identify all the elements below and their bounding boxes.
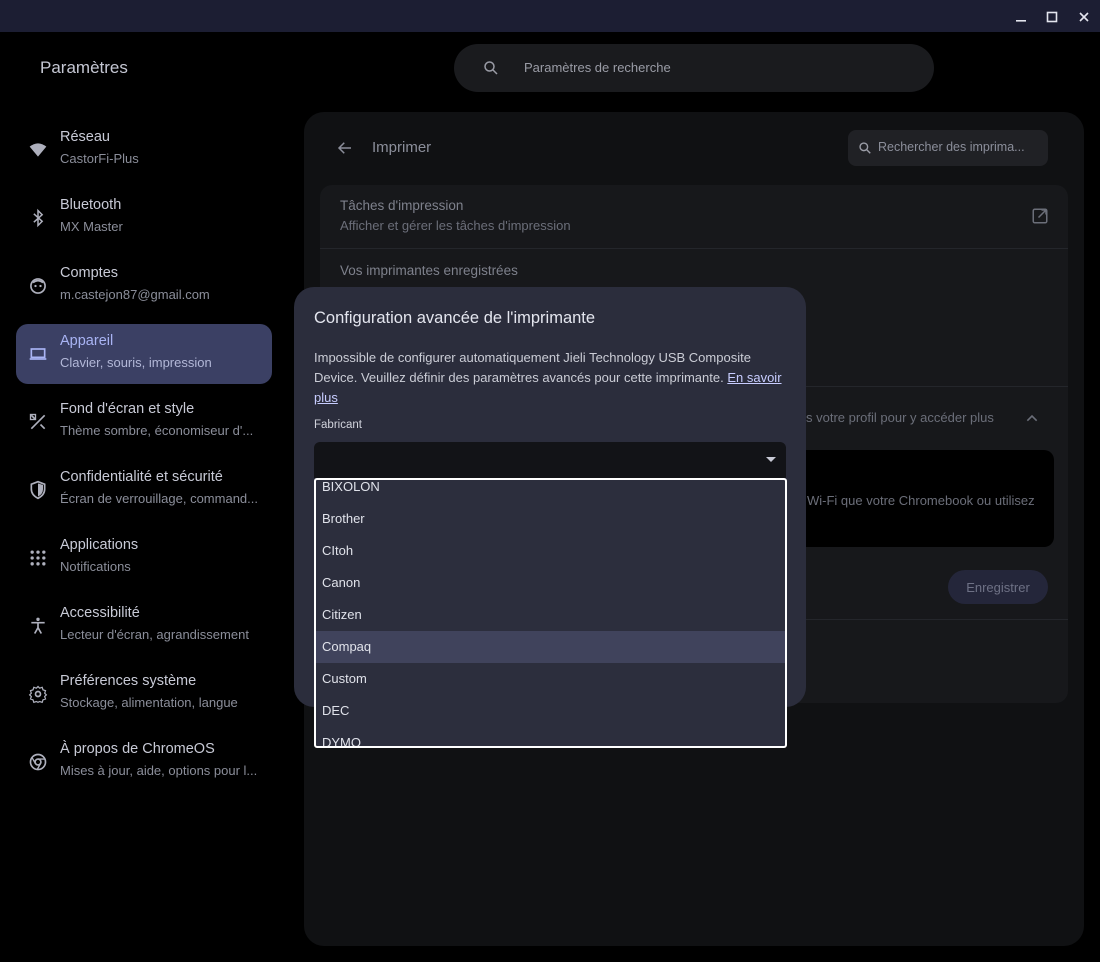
sidebar-item-accessibilite[interactable]: Accessibilité Lecteur d'écran, agrandiss… (16, 596, 272, 656)
sidebar-item-title: Bluetooth (60, 197, 122, 213)
profile-info-text: s votre profil pour y accéder plus (806, 410, 994, 425)
search-input[interactable]: Paramètres de recherche (524, 60, 671, 75)
gear-icon (28, 685, 48, 704)
close-icon[interactable] (1073, 6, 1095, 28)
dialog-title: Configuration avancée de l'imprimante (314, 309, 596, 327)
chevron-up-icon[interactable] (1024, 410, 1040, 426)
sidebar-item-preferences[interactable]: Préférences système Stockage, alimentati… (16, 664, 272, 724)
dropdown-option[interactable]: DYMO (316, 727, 785, 746)
sidebar-item-title: À propos de ChromeOS (60, 741, 215, 757)
maximize-icon[interactable] (1041, 6, 1063, 28)
dropdown-option[interactable]: CItoh (316, 535, 785, 567)
dropdown-option[interactable]: Citizen (316, 599, 785, 631)
dropdown-option-selected[interactable]: Compaq (316, 631, 785, 663)
dropdown-option[interactable]: Custom (316, 663, 785, 695)
sidebar-item-applications[interactable]: Applications Notifications (16, 528, 272, 588)
sidebar-item-bluetooth[interactable]: Bluetooth MX Master (16, 188, 272, 248)
dropdown-option[interactable]: Brother (316, 503, 785, 535)
divider (320, 248, 1068, 249)
saved-printers-title: Vos imprimantes enregistrées (340, 263, 518, 278)
sidebar-item-title: Préférences système (60, 673, 197, 689)
wifi-info-text: Wi-Fi que votre Chromebook ou utilisez (807, 493, 1035, 508)
page-title: Imprimer (372, 139, 432, 156)
sidebar-item-title: Fond d'écran et style (60, 401, 195, 417)
palette-icon (29, 413, 46, 430)
dropdown-option[interactable]: BIXOLON (316, 480, 785, 503)
sidebar-item-subtitle: Stockage, alimentation, langue (60, 695, 238, 710)
print-jobs-title[interactable]: Tâches d'impression (340, 198, 463, 213)
sidebar-item-subtitle: Clavier, souris, impression (60, 355, 212, 370)
sidebar-item-title: Appareil (60, 333, 114, 349)
sidebar-item-subtitle: Lecteur d'écran, agrandissement (60, 627, 249, 642)
apps-grid-icon (30, 550, 46, 566)
printer-search-box[interactable]: Rechercher des imprima... (848, 130, 1048, 166)
print-jobs-subtitle: Afficher et gérer les tâches d'impressio… (340, 218, 571, 233)
sidebar-item-appareil[interactable]: Appareil Clavier, souris, impression (16, 324, 272, 384)
sidebar-item-subtitle: Écran de verrouillage, command... (60, 491, 258, 506)
sidebar-item-fond-ecran[interactable]: Fond d'écran et style Thème sombre, écon… (16, 392, 272, 452)
sidebar-item-a-propos[interactable]: À propos de ChromeOS Mises à jour, aide,… (16, 732, 272, 792)
sidebar-item-reseau[interactable]: Réseau CastorFi-Plus (16, 120, 272, 180)
sidebar-item-subtitle: Thème sombre, économiseur d'... (60, 423, 254, 438)
sidebar-item-title: Confidentialité et sécurité (60, 469, 223, 485)
sidebar-item-title: Comptes (60, 265, 119, 281)
search-icon (484, 61, 498, 75)
sidebar-item-confidentialite[interactable]: Confidentialité et sécurité Écran de ver… (16, 460, 272, 520)
minimize-icon[interactable] (1010, 6, 1032, 28)
sidebar-item-title: Accessibilité (60, 605, 140, 621)
search-icon (859, 142, 871, 154)
sidebar-item-subtitle: Notifications (60, 559, 131, 574)
dropdown-option[interactable]: DEC (316, 695, 785, 727)
shield-icon (30, 480, 46, 500)
sidebar-item-subtitle: CastorFi-Plus (60, 151, 139, 166)
dropdown-caret-icon (766, 457, 776, 462)
dropdown-option[interactable]: Canon (316, 567, 785, 599)
back-arrow-icon[interactable] (336, 139, 354, 157)
bluetooth-icon (33, 208, 44, 228)
sidebar-item-subtitle: m.castejon87@gmail.com (60, 287, 210, 302)
dialog-body: Impossible de configurer automatiquement… (314, 348, 784, 408)
manufacturer-label: Fabricant (314, 419, 362, 431)
settings-search-bar[interactable]: Paramètres de recherche (454, 44, 934, 92)
laptop-icon (29, 348, 47, 360)
accessibility-icon (31, 617, 45, 634)
sidebar-item-title: Applications (60, 537, 139, 553)
save-button[interactable]: Enregistrer (948, 570, 1048, 604)
manufacturer-dropdown-list[interactable]: BIXOLON Brother CItoh Canon Citizen Comp… (314, 478, 787, 748)
sidebar-item-title: Réseau (60, 129, 110, 145)
sidebar-item-subtitle: Mises à jour, aide, options pour l... (60, 763, 258, 778)
dialog-message: Impossible de configurer automatiquement… (314, 350, 751, 385)
printer-search-input[interactable]: Rechercher des imprima... (878, 140, 1025, 154)
external-link-icon[interactable] (1031, 207, 1049, 225)
sidebar-item-comptes[interactable]: Comptes m.castejon87@gmail.com (16, 256, 272, 316)
chrome-icon (29, 753, 47, 771)
account-icon (30, 278, 46, 294)
app-title: Paramètres (40, 58, 128, 77)
manufacturer-select[interactable] (314, 442, 786, 478)
wifi-icon (29, 143, 47, 157)
window-titlebar (0, 0, 1100, 32)
sidebar-item-subtitle: MX Master (60, 219, 123, 234)
